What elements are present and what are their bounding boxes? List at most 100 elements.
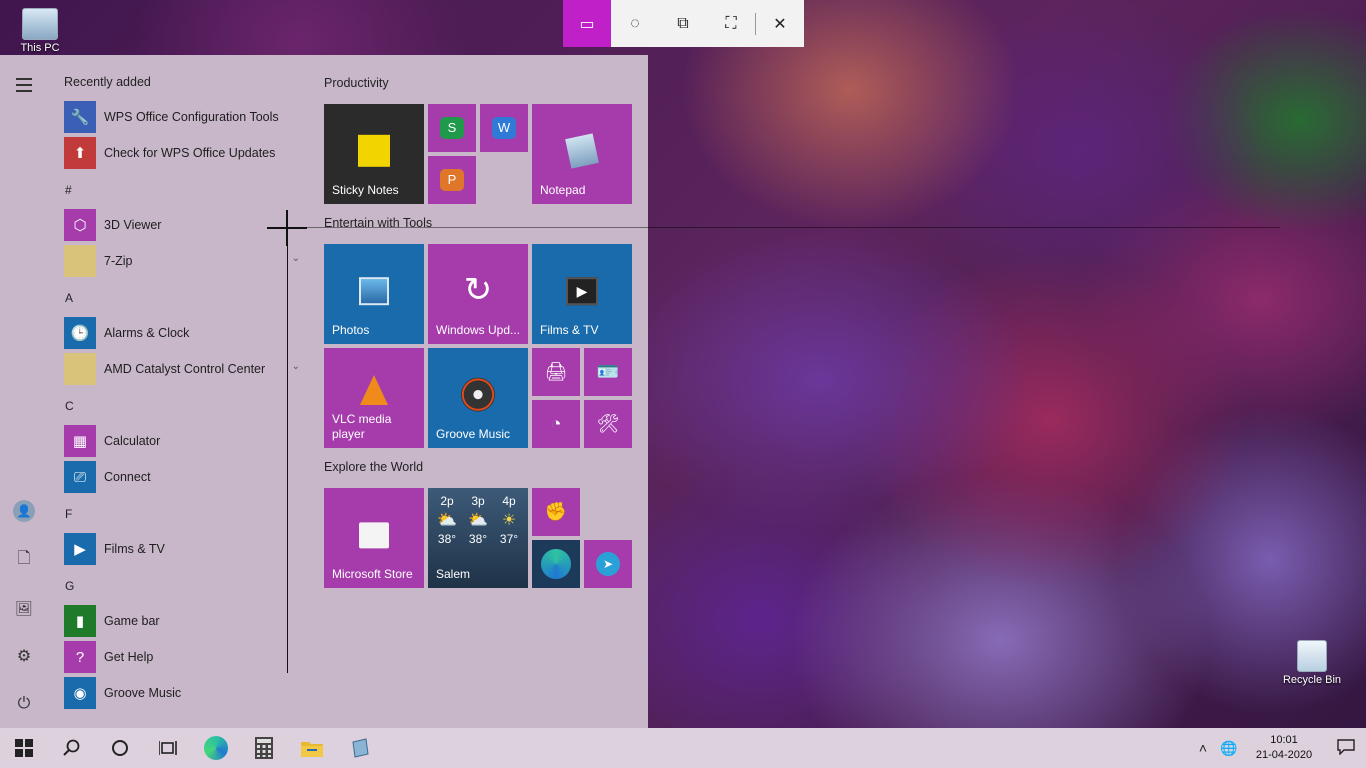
tile-weather[interactable]: 2p ⛅ 38° 3p ⛅ 38° 4p ☀ 37° Salem bbox=[428, 488, 528, 588]
tile-app-small-1[interactable]: 🖨 bbox=[532, 348, 580, 396]
desktop-icon-recycle-bin[interactable]: Recycle Bin bbox=[1277, 640, 1347, 686]
weather-hour-label: 3p bbox=[471, 494, 485, 508]
app-item-amd-catalyst[interactable]: AMD Catalyst Control Center ⌄ bbox=[64, 352, 300, 386]
letter-header-c[interactable]: C bbox=[65, 399, 74, 413]
tile-notepad[interactable]: Notepad bbox=[532, 104, 632, 204]
start-rail: 👤 🗋 🖼 ⚙ ⏻ bbox=[0, 55, 48, 728]
clock[interactable]: 10:01 21-04-2020 bbox=[1242, 733, 1326, 763]
snip-toolbar: ▭ ◌ ⧉ ⛶ ✕ bbox=[563, 0, 804, 47]
app-item-7zip[interactable]: 7-Zip ⌄ bbox=[64, 244, 300, 278]
desktop-icon-this-pc[interactable]: This PC bbox=[5, 8, 75, 54]
weather-temp: 38° bbox=[468, 532, 488, 546]
weather-hour-label: 4p bbox=[502, 494, 516, 508]
tile-wps-spreadsheets[interactable]: S bbox=[428, 104, 476, 152]
tile-app-small-5[interactable]: ✊ bbox=[532, 488, 580, 536]
wps-writer-icon: W bbox=[492, 117, 516, 139]
recently-added-heading: Recently added bbox=[64, 75, 151, 89]
group-title-explore[interactable]: Explore the World bbox=[324, 460, 423, 474]
rectangular-snip-icon[interactable]: ▭ bbox=[563, 0, 611, 47]
app-item-label: Calculator bbox=[104, 434, 161, 448]
tile-microsoft-store[interactable]: Microsoft Store bbox=[324, 488, 424, 588]
groove-disc-icon bbox=[461, 377, 495, 412]
app-list[interactable]: Recently added 🔧 WPS Office Configuratio… bbox=[48, 55, 300, 728]
app-item-alarms[interactable]: 🕒 Alarms & Clock bbox=[64, 316, 300, 350]
partly-cloudy-icon: ⛅ bbox=[437, 512, 457, 529]
fullscreen-snip-icon[interactable]: ⛶ bbox=[707, 0, 755, 47]
app-item-label: Connect bbox=[104, 470, 151, 484]
chevron-up-icon[interactable]: ˄ bbox=[1190, 740, 1216, 756]
weather-hour: 4p ☀ 37° bbox=[494, 494, 524, 546]
group-title-productivity[interactable]: Productivity bbox=[324, 76, 389, 90]
notepad-icon bbox=[565, 133, 599, 169]
tile-label: Groove Music bbox=[436, 427, 511, 442]
app-item-3d-viewer[interactable]: ⬡ 3D Viewer bbox=[64, 208, 300, 242]
app-item-label: AMD Catalyst Control Center bbox=[104, 362, 266, 376]
tile-windows-update[interactable]: ↻ Windows Upd... bbox=[428, 244, 528, 344]
tile-edge[interactable] bbox=[532, 540, 580, 588]
notepad-icon[interactable] bbox=[336, 728, 384, 768]
tile-groove-music[interactable]: Groove Music bbox=[428, 348, 528, 448]
app-item-groove-music[interactable]: ◉ Groove Music bbox=[64, 676, 300, 710]
taskbar: ˄ 🌐 10:01 21-04-2020 bbox=[0, 728, 1366, 768]
tile-wps-writer[interactable]: W bbox=[480, 104, 528, 152]
letter-header-a[interactable]: A bbox=[65, 291, 73, 305]
tile-app-small-4[interactable]: 🛠 bbox=[584, 400, 632, 448]
chevron-down-icon[interactable]: ⌄ bbox=[292, 361, 300, 372]
tile-label: Photos bbox=[332, 323, 370, 338]
windows-start-icon[interactable] bbox=[0, 728, 48, 768]
game-bar-icon: ▮ bbox=[64, 605, 96, 637]
app-item-game-bar[interactable]: ▮ Game bar bbox=[64, 604, 300, 638]
window-snip-icon[interactable]: ⧉ bbox=[659, 0, 707, 47]
cortana-icon[interactable] bbox=[96, 728, 144, 768]
user-avatar-icon[interactable]: 👤 bbox=[13, 500, 35, 522]
freeform-snip-icon[interactable]: ◌ bbox=[611, 0, 659, 47]
calculator-icon[interactable] bbox=[240, 728, 288, 768]
notification-icon[interactable] bbox=[1326, 738, 1366, 758]
fist-icon: ✊ bbox=[544, 501, 568, 522]
search-icon[interactable] bbox=[48, 728, 96, 768]
crosshair-cursor-icon bbox=[286, 210, 288, 246]
clock-icon: 🕒 bbox=[64, 317, 96, 349]
settings-gear-icon[interactable]: ⚙ bbox=[12, 644, 36, 668]
app-item-get-help[interactable]: ? Get Help bbox=[64, 640, 300, 674]
tile-app-small-3[interactable]: ◔ bbox=[532, 400, 580, 448]
app-item-wps-config[interactable]: 🔧 WPS Office Configuration Tools bbox=[64, 100, 300, 134]
gauge-icon: ◔ bbox=[550, 413, 562, 434]
tile-films-tv[interactable]: ▶ Films & TV bbox=[532, 244, 632, 344]
task-view-icon[interactable] bbox=[144, 728, 192, 768]
close-icon[interactable]: ✕ bbox=[756, 0, 804, 47]
letter-header-hash[interactable]: # bbox=[65, 183, 72, 197]
app-item-connect[interactable]: ⎚ Connect bbox=[64, 460, 300, 494]
tile-label: VLC media player bbox=[332, 411, 392, 442]
documents-icon[interactable]: 🗋 bbox=[12, 548, 36, 572]
tile-app-small-2[interactable]: 🪪 bbox=[584, 348, 632, 396]
this-pc-icon bbox=[22, 8, 58, 40]
tile-telegram[interactable]: ➤ bbox=[584, 540, 632, 588]
letter-header-g[interactable]: G bbox=[65, 579, 74, 593]
app-item-label: Game bar bbox=[104, 614, 160, 628]
wps-spreadsheet-icon: S bbox=[440, 117, 464, 139]
letter-header-f[interactable]: F bbox=[65, 507, 72, 521]
app-list-scrollbar[interactable] bbox=[287, 212, 288, 673]
tile-sticky-notes[interactable]: Sticky Notes bbox=[324, 104, 424, 204]
sticky-notes-icon bbox=[358, 134, 390, 167]
tile-label: Sticky Notes bbox=[332, 183, 399, 198]
tile-label: Windows Upd... bbox=[436, 323, 521, 338]
app-item-label: Get Help bbox=[104, 650, 154, 664]
telegram-icon: ➤ bbox=[596, 552, 620, 576]
hamburger-menu-icon[interactable] bbox=[12, 73, 36, 97]
file-explorer-icon[interactable] bbox=[288, 728, 336, 768]
app-item-wps-updates[interactable]: ⬆ Check for WPS Office Updates bbox=[64, 136, 300, 170]
pictures-icon[interactable]: 🖼 bbox=[12, 596, 36, 620]
photos-icon bbox=[359, 277, 389, 306]
tile-photos[interactable]: Photos bbox=[324, 244, 424, 344]
tile-vlc[interactable]: VLC media player bbox=[324, 348, 424, 448]
globe-icon[interactable]: 🌐 bbox=[1216, 740, 1242, 757]
tile-wps-presentation[interactable]: P bbox=[428, 156, 476, 204]
refresh-icon: ↻ bbox=[463, 271, 493, 309]
app-item-calculator[interactable]: ▦ Calculator bbox=[64, 424, 300, 458]
edge-icon[interactable] bbox=[192, 728, 240, 768]
chevron-down-icon[interactable]: ⌄ bbox=[292, 253, 300, 264]
power-icon[interactable]: ⏻ bbox=[12, 692, 36, 716]
app-item-films-tv[interactable]: ▶ Films & TV bbox=[64, 532, 300, 566]
